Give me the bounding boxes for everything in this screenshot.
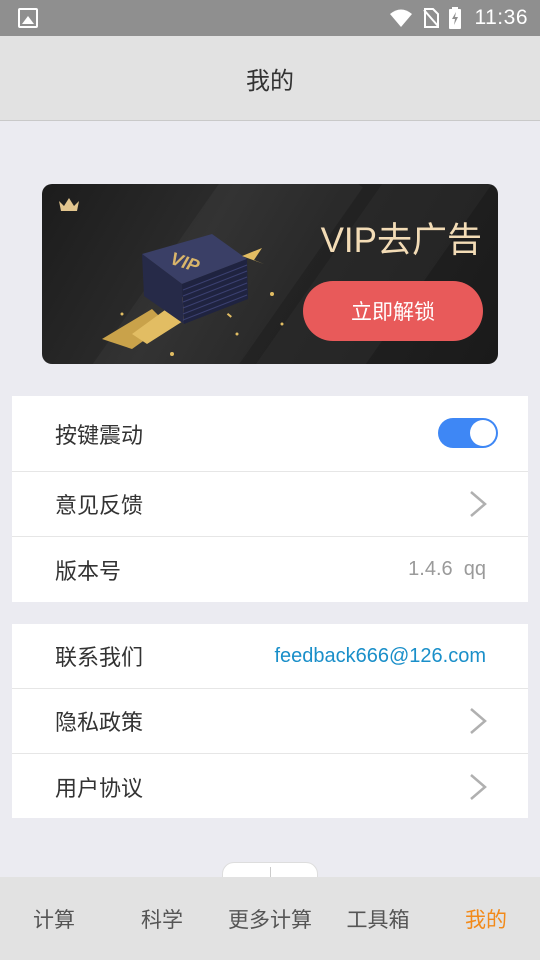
crown-icon xyxy=(59,198,79,211)
chevron-right-icon xyxy=(470,773,487,800)
bottom-tab-bar: 计算 科学 更多计算 工具箱 我的 xyxy=(0,877,540,960)
page-title: 我的 xyxy=(246,66,294,95)
wifi-icon xyxy=(389,9,412,27)
privacy-label: 隐私政策 xyxy=(55,711,144,736)
app-bar: 我的 xyxy=(0,36,540,121)
toggle-knob xyxy=(470,420,496,446)
battery-charging-icon xyxy=(448,7,461,29)
list-item-privacy[interactable]: 隐私政策 xyxy=(12,689,528,754)
feedback-label: 意见反馈 xyxy=(55,494,144,519)
list-item-agreement[interactable]: 用户协议 xyxy=(12,754,528,819)
chevron-right-icon xyxy=(470,708,487,734)
version-value: 1.4.6 qq xyxy=(408,558,486,580)
list-item-version: 版本号 1.4.6 qq xyxy=(12,537,528,602)
contact-label: 联系我们 xyxy=(55,646,144,671)
vibration-toggle[interactable] xyxy=(438,418,498,448)
status-icons: 11:36 xyxy=(389,6,529,30)
tab-toolbox[interactable]: 工具箱 xyxy=(324,877,432,960)
tab-mine[interactable]: 我的 xyxy=(432,877,540,960)
list-item-vibration: 按键震动 xyxy=(12,396,528,472)
chevron-right-icon xyxy=(470,491,487,517)
no-sim-icon xyxy=(422,8,439,28)
tab-calculate[interactable]: 计算 xyxy=(0,877,108,960)
vip-title: VIP去广告 xyxy=(320,221,482,260)
tab-more-calculations[interactable]: 更多计算 xyxy=(216,877,324,960)
list-item-contact[interactable]: 联系我们 feedback666@126.com xyxy=(12,624,528,689)
contact-email-link[interactable]: feedback666@126.com xyxy=(274,645,486,668)
vip-banner[interactable]: VIP VIP去广告 立即解锁 xyxy=(42,184,498,364)
status-time: 11:36 xyxy=(474,6,528,29)
settings-group-general: 按键震动 意见反馈 版本号 1.4.6 qq xyxy=(12,396,528,602)
vibration-label: 按键震动 xyxy=(55,423,144,449)
tab-scientific[interactable]: 科学 xyxy=(108,877,216,960)
agreement-label: 用户协议 xyxy=(55,776,144,802)
vip-card-stack-illustration: VIP xyxy=(102,234,284,356)
settings-group-about: 联系我们 feedback666@126.com 隐私政策 用户协议 xyxy=(12,624,528,818)
status-bar: 11:36 xyxy=(0,0,540,36)
unlock-button[interactable]: 立即解锁 xyxy=(303,281,483,341)
list-item-feedback[interactable]: 意见反馈 xyxy=(12,472,528,537)
version-label: 版本号 xyxy=(55,559,122,585)
gallery-icon xyxy=(18,8,38,28)
